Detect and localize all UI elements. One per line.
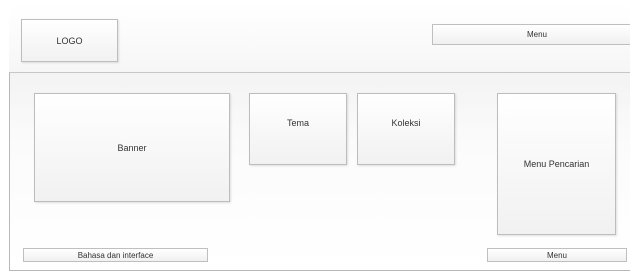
bottom-menu-bar[interactable]: Menu: [487, 248, 627, 262]
top-menu-label: Menu: [526, 30, 547, 39]
search-menu-box[interactable]: Menu Pencarian: [497, 93, 616, 235]
language-interface-label: Bahasa dan interface: [77, 250, 154, 260]
koleksi-box[interactable]: Koleksi: [357, 93, 455, 165]
search-menu-label: Menu Pencarian: [523, 159, 590, 169]
logo-placeholder[interactable]: LOGO: [21, 19, 118, 62]
language-interface-bar[interactable]: Bahasa dan interface: [23, 248, 208, 262]
bottom-menu-label: Menu: [546, 250, 567, 260]
wireframe-canvas: LOGO Menu Banner Tema Koleksi Menu Penca…: [0, 0, 630, 275]
tema-box[interactable]: Tema: [249, 93, 347, 165]
top-menu-bar[interactable]: Menu: [432, 24, 630, 45]
tema-label: Tema: [286, 118, 309, 128]
logo-label: LOGO: [56, 35, 83, 46]
banner-placeholder[interactable]: Banner: [34, 93, 230, 202]
koleksi-label: Koleksi: [391, 118, 421, 128]
banner-label: Banner: [117, 142, 147, 153]
